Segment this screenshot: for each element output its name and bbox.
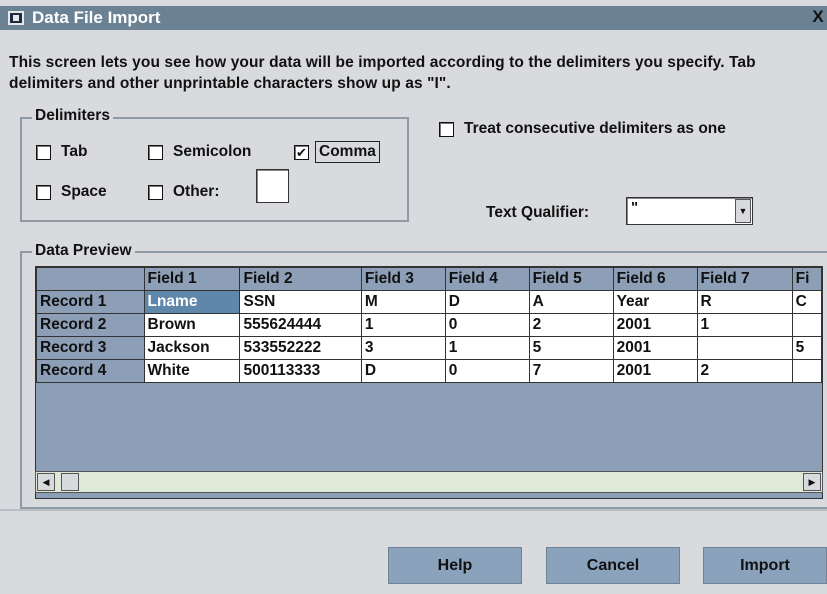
table-cell[interactable]: D <box>360 359 446 383</box>
table-cell[interactable]: 1 <box>360 313 446 337</box>
space-checkbox-label: Space <box>61 183 107 200</box>
table-cell[interactable]: 555624444 <box>239 313 362 337</box>
comma-checkbox[interactable]: ✔ Comma <box>294 141 380 163</box>
tab-checkbox-box[interactable] <box>36 144 51 160</box>
table-cell[interactable]: M <box>360 290 446 314</box>
table-cell[interactable]: 500113333 <box>239 359 362 383</box>
title-bar: Data File Import X <box>0 6 827 30</box>
table-cell[interactable]: D <box>444 290 530 314</box>
table-cell[interactable]: 5 <box>528 336 614 360</box>
space-checkbox-box[interactable] <box>36 184 51 200</box>
delimiters-group-label: Delimiters <box>32 107 113 125</box>
table-cell[interactable] <box>791 313 822 337</box>
column-header[interactable]: Field 5 <box>528 267 614 291</box>
table-row: Record 2 Brown 555624444 1 0 2 2001 1 <box>36 313 822 337</box>
table-cell[interactable] <box>791 359 822 383</box>
table-cell[interactable]: 2001 <box>612 313 698 337</box>
table-cell[interactable]: Jackson <box>143 336 241 360</box>
scroll-right-icon[interactable]: ▶ <box>803 473 821 491</box>
scroll-left-icon[interactable]: ◀ <box>37 473 55 491</box>
table-cell[interactable]: Brown <box>143 313 241 337</box>
table-cell[interactable]: 2 <box>528 313 614 337</box>
table-cell[interactable]: 1 <box>696 313 793 337</box>
column-header[interactable]: Field 4 <box>444 267 530 291</box>
header-row: Field 1 Field 2 Field 3 Field 4 Field 5 … <box>36 267 822 291</box>
row-header[interactable]: Record 3 <box>36 336 145 360</box>
table-cell[interactable]: 2001 <box>612 336 698 360</box>
help-button[interactable]: Help <box>388 547 522 584</box>
row-header[interactable]: Record 4 <box>36 359 145 383</box>
table-cell[interactable]: 0 <box>444 313 530 337</box>
table-cell[interactable]: 1 <box>444 336 530 360</box>
table-cell[interactable]: 5 <box>791 336 822 360</box>
data-preview-grid[interactable]: Field 1 Field 2 Field 3 Field 4 Field 5 … <box>35 266 823 499</box>
column-header[interactable]: Field 3 <box>360 267 446 291</box>
tab-checkbox[interactable]: Tab <box>36 143 87 161</box>
row-header[interactable]: Record 2 <box>36 313 145 337</box>
table-cell[interactable]: SSN <box>239 290 362 314</box>
table-cell[interactable]: C <box>791 290 822 314</box>
table-cell[interactable]: R <box>696 290 793 314</box>
other-checkbox-box[interactable] <box>148 184 163 200</box>
data-preview-group-label: Data Preview <box>32 242 135 260</box>
table-cell[interactable]: White <box>143 359 241 383</box>
delimiters-group <box>20 117 409 222</box>
column-header[interactable]: Field 7 <box>696 267 793 291</box>
table-row: Record 4 White 500113333 D 0 7 2001 2 <box>36 359 822 383</box>
other-delimiter-input[interactable] <box>256 169 289 203</box>
semicolon-checkbox[interactable]: Semicolon <box>148 143 251 161</box>
column-header[interactable]: Field 2 <box>239 267 362 291</box>
app-icon <box>8 11 24 25</box>
tab-checkbox-label: Tab <box>61 143 88 160</box>
scroll-thumb[interactable] <box>61 473 79 491</box>
row-header[interactable]: Record 1 <box>36 290 145 314</box>
table-cell[interactable]: A <box>528 290 614 314</box>
preview-table: Field 1 Field 2 Field 3 Field 4 Field 5 … <box>36 267 822 383</box>
table-cell[interactable] <box>696 336 793 360</box>
chevron-down-icon[interactable]: ▼ <box>735 199 751 223</box>
consecutive-delimiters-checkbox-box[interactable] <box>439 121 454 137</box>
horizontal-scrollbar[interactable]: ◀ ▶ <box>35 471 823 493</box>
divider <box>0 509 827 511</box>
text-qualifier-label: Text Qualifier: <box>486 204 590 221</box>
other-checkbox[interactable]: Other: <box>148 183 220 201</box>
table-cell[interactable]: 533552222 <box>239 336 362 360</box>
table-cell[interactable]: 7 <box>528 359 614 383</box>
consecutive-delimiters-checkbox[interactable]: Treat consecutive delimiters as one <box>439 120 726 138</box>
text-qualifier-select[interactable]: " ▼ <box>626 197 753 225</box>
column-header[interactable]: Field 6 <box>612 267 698 291</box>
table-cell[interactable]: 0 <box>444 359 530 383</box>
other-checkbox-label: Other: <box>173 183 220 200</box>
consecutive-delimiters-label: Treat consecutive delimiters as one <box>464 120 726 137</box>
comma-checkbox-box[interactable]: ✔ <box>294 144 309 160</box>
semicolon-checkbox-label: Semicolon <box>173 143 252 160</box>
table-cell[interactable]: 2 <box>696 359 793 383</box>
table-row: Record 1 Lname SSN M D A Year R C <box>36 290 822 314</box>
table-cell[interactable]: 3 <box>360 336 446 360</box>
instructions-text: This screen lets you see how your data w… <box>9 54 756 92</box>
cancel-button[interactable]: Cancel <box>546 547 680 584</box>
import-button[interactable]: Import <box>703 547 827 584</box>
text-qualifier-value: " <box>631 199 639 216</box>
table-cell[interactable]: Lname <box>143 290 241 314</box>
comma-checkbox-label: Comma <box>315 141 380 163</box>
window-title: Data File Import <box>32 8 161 27</box>
table-row: Record 3 Jackson 533552222 3 1 5 2001 5 <box>36 336 822 360</box>
close-icon[interactable]: X <box>811 6 825 28</box>
space-checkbox[interactable]: Space <box>36 183 107 201</box>
corner-cell <box>36 267 145 291</box>
semicolon-checkbox-box[interactable] <box>148 144 163 160</box>
column-header[interactable]: Field 1 <box>143 267 241 291</box>
column-header[interactable]: Fi <box>791 267 822 291</box>
table-cell[interactable]: Year <box>612 290 698 314</box>
table-cell[interactable]: 2001 <box>612 359 698 383</box>
